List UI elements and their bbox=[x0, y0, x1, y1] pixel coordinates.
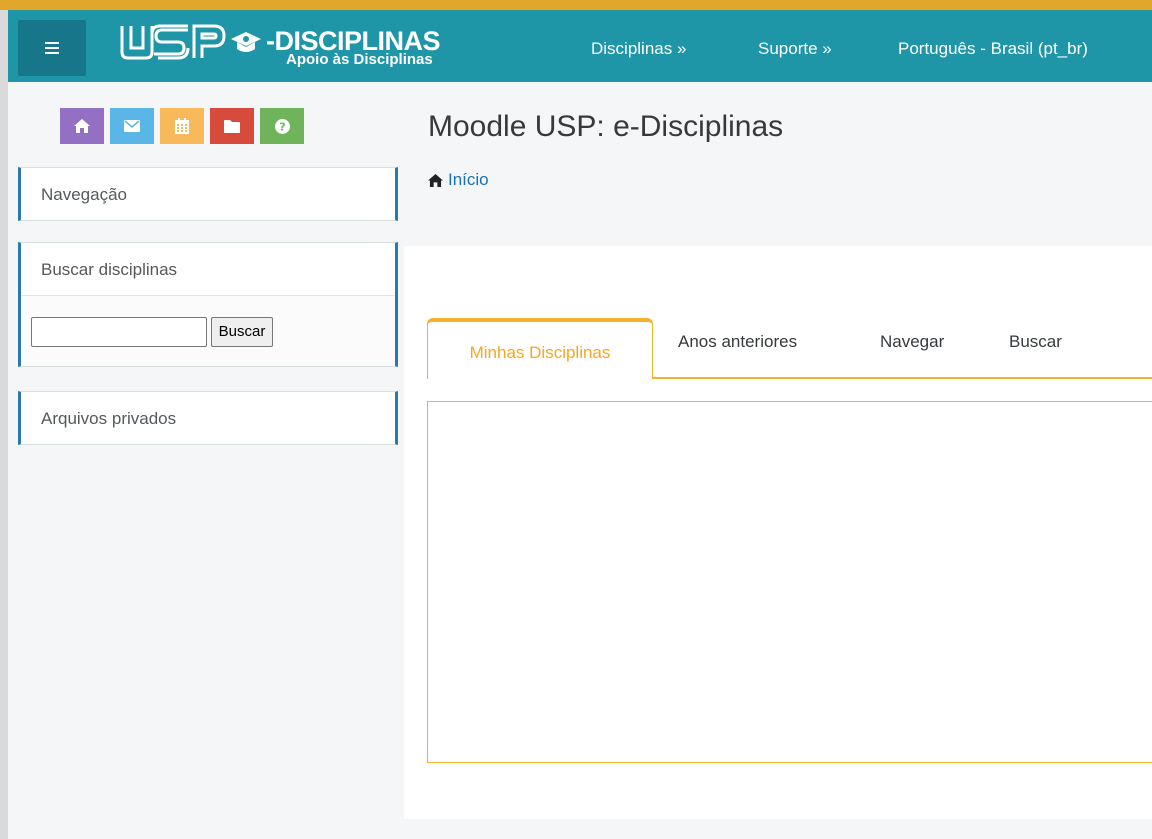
private-files-button[interactable] bbox=[210, 108, 254, 144]
tab-panel bbox=[427, 401, 1152, 763]
svg-text:?: ? bbox=[279, 120, 285, 133]
home-icon bbox=[74, 119, 90, 133]
private-files-block: Arquivos privados bbox=[18, 391, 398, 445]
folder-icon bbox=[224, 119, 240, 133]
envelope-icon bbox=[124, 120, 140, 132]
nav-item-disciplinas[interactable]: Disciplinas » bbox=[591, 10, 686, 82]
tab-buscar[interactable]: Buscar bbox=[1009, 332, 1062, 352]
brand-subtitle: Apoio às Disciplinas bbox=[286, 51, 433, 68]
search-courses-button[interactable]: Buscar bbox=[211, 317, 273, 347]
private-files-title[interactable]: Arquivos privados bbox=[21, 392, 395, 444]
breadcrumb-home-link[interactable]: Início bbox=[448, 170, 489, 190]
breadcrumb: Início bbox=[428, 170, 489, 190]
site-logo[interactable]: -DISCIPLINAS Apoio às Disciplinas bbox=[118, 22, 478, 72]
search-courses-title[interactable]: Buscar disciplinas bbox=[21, 243, 395, 295]
top-accent-bar bbox=[0, 0, 1152, 10]
page-content: ? Navegação Buscar disciplinas Buscar Ar… bbox=[8, 82, 1152, 839]
tab-navegar[interactable]: Navegar bbox=[880, 332, 944, 352]
tab-minhas-disciplinas[interactable]: Minhas Disciplinas bbox=[427, 318, 653, 379]
search-courses-body: Buscar bbox=[21, 295, 395, 366]
quick-links: ? bbox=[60, 108, 304, 144]
calendar-icon bbox=[175, 118, 189, 134]
hamburger-icon bbox=[45, 42, 59, 54]
navigation-block: Navegação bbox=[18, 167, 398, 221]
question-icon: ? bbox=[274, 118, 290, 134]
graduation-cap-icon bbox=[231, 32, 261, 52]
main-card: Minhas Disciplinas Anos anteriores Naveg… bbox=[404, 246, 1152, 819]
home-button[interactable] bbox=[60, 108, 104, 144]
navigation-block-title[interactable]: Navegação bbox=[21, 168, 395, 220]
messages-button[interactable] bbox=[110, 108, 154, 144]
search-courses-block: Buscar disciplinas Buscar bbox=[18, 242, 398, 367]
home-icon bbox=[428, 173, 443, 187]
help-button[interactable]: ? bbox=[260, 108, 304, 144]
course-tabs: Minhas Disciplinas Anos anteriores Naveg… bbox=[427, 318, 1152, 379]
page-title: Moodle USP: e-Disciplinas bbox=[428, 110, 784, 143]
tab-anos-anteriores[interactable]: Anos anteriores bbox=[678, 332, 797, 352]
calendar-button[interactable] bbox=[160, 108, 204, 144]
search-courses-input[interactable] bbox=[31, 317, 207, 347]
page-header: Moodle USP: e-Disciplinas Início bbox=[412, 82, 1152, 226]
usp-logo-icon bbox=[120, 24, 226, 60]
menu-toggle-button[interactable] bbox=[18, 20, 86, 76]
navbar: -DISCIPLINAS Apoio às Disciplinas Discip… bbox=[8, 10, 1152, 82]
language-selector[interactable]: Português - Brasil (pt_br) bbox=[898, 10, 1088, 82]
nav-item-suporte[interactable]: Suporte » bbox=[758, 10, 832, 82]
